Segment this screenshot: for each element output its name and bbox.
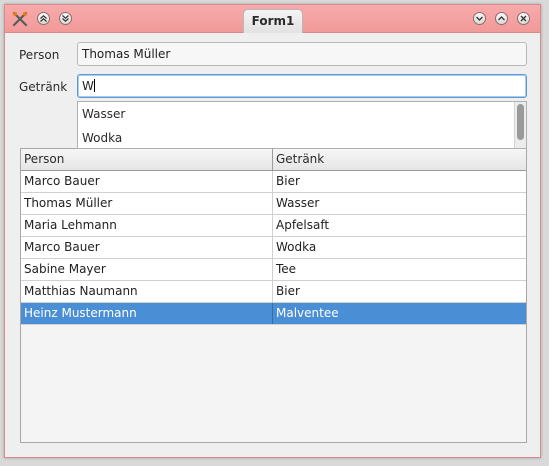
cell-drink[interactable]: Apfelsaft (273, 215, 526, 236)
cell-person[interactable]: Thomas Müller (21, 193, 273, 214)
person-field[interactable]: Thomas Müller (77, 42, 527, 66)
header-person[interactable]: Person (21, 149, 273, 170)
completer-popup[interactable]: Wasser Wodka (77, 101, 527, 149)
cell-person[interactable]: Maria Lehmann (21, 215, 273, 236)
chevron-double-up-icon (40, 14, 47, 22)
text-cursor (93, 79, 95, 92)
window-title: Form1 (243, 9, 303, 33)
header-drink[interactable]: Getränk (273, 149, 526, 170)
completer-item[interactable]: Wodka (82, 127, 122, 148)
form1-window: Form1 Person Thomas Müller Getränk W Per… (4, 4, 541, 458)
table-row-selected[interactable]: Heinz Mustermann Malventee (21, 303, 526, 325)
cell-person[interactable]: Matthias Naumann (21, 281, 273, 302)
chevron-down-icon (476, 16, 483, 21)
keep-below-button[interactable] (59, 12, 72, 25)
scrollbar-thumb[interactable] (517, 104, 524, 140)
table-row[interactable]: Maria Lehmann Apfelsaft (21, 215, 526, 237)
cell-drink[interactable]: Bier (273, 281, 526, 302)
cell-person[interactable]: Sabine Mayer (21, 259, 273, 280)
cell-person[interactable]: Marco Bauer (21, 237, 273, 258)
maximize-button[interactable] (495, 12, 508, 25)
close-button[interactable] (517, 12, 530, 25)
cell-drink[interactable]: Wodka (273, 237, 526, 258)
drink-field[interactable]: W (77, 74, 527, 98)
keep-above-button[interactable] (37, 12, 50, 25)
table-row[interactable]: Matthias Naumann Bier (21, 281, 526, 303)
cell-drink[interactable]: Bier (273, 171, 526, 192)
drinks-table[interactable]: Person Getränk Marco Bauer Bier Thomas M… (20, 148, 527, 443)
completer-item[interactable]: Wasser (82, 103, 125, 125)
cell-drink[interactable]: Wasser (273, 193, 526, 214)
cell-person[interactable]: Heinz Mustermann (21, 303, 273, 324)
table-row[interactable]: Marco Bauer Wodka (21, 237, 526, 259)
close-icon (520, 15, 527, 22)
chevron-double-down-icon (62, 15, 69, 23)
table-row[interactable]: Sabine Mayer Tee (21, 259, 526, 281)
completer-scrollbar[interactable] (514, 102, 526, 148)
cell-person[interactable]: Marco Bauer (21, 171, 273, 192)
table-row[interactable]: Thomas Müller Wasser (21, 193, 526, 215)
table-row[interactable]: Marco Bauer Bier (21, 171, 526, 193)
minimize-button[interactable] (473, 12, 486, 25)
title-bar[interactable]: Form1 (5, 5, 540, 33)
drink-label: Getränk (19, 80, 68, 94)
table-header: Person Getränk (21, 149, 526, 171)
app-icon[interactable] (12, 11, 28, 27)
cell-drink[interactable]: Malventee (273, 303, 526, 324)
person-label: Person (19, 48, 60, 62)
drink-field-value: W (82, 79, 94, 93)
chevron-up-icon (498, 16, 505, 21)
cell-drink[interactable]: Tee (273, 259, 526, 280)
